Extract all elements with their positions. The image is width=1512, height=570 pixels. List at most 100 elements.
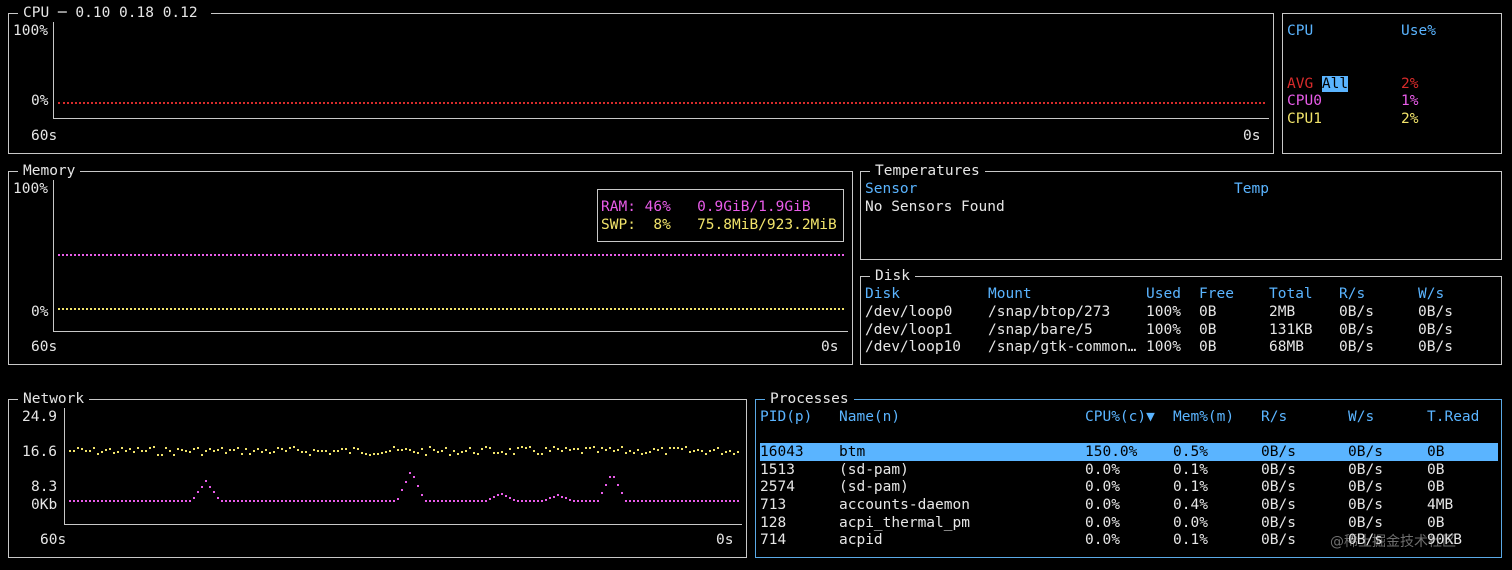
- cpu-y-bottom-label: 0%: [31, 93, 49, 109]
- processes-col-rs[interactable]: R/s: [1261, 408, 1287, 426]
- network-tx-dot: [337, 500, 339, 502]
- network-tx-dot: [717, 500, 719, 502]
- network-tx-dot: [301, 500, 303, 502]
- network-panel: Network 24.9 16.6 8.3 0Kb 60s 0s: [8, 390, 747, 558]
- network-rx-dot: [545, 447, 547, 449]
- network-rx-dot: [321, 450, 323, 452]
- temperatures-col-temp[interactable]: Temp: [1234, 180, 1269, 198]
- network-tx-dot: [161, 500, 163, 502]
- network-rx-dot: [709, 450, 711, 452]
- disk-col-used[interactable]: Used: [1146, 285, 1181, 303]
- network-tx-dot: [285, 500, 287, 502]
- network-rx-dot: [701, 450, 703, 452]
- network-tx-dot: [529, 500, 531, 502]
- disk-col-disk[interactable]: Disk: [865, 285, 900, 303]
- network-tx-dot: [89, 500, 91, 502]
- network-rx-dot: [409, 449, 411, 451]
- cpu-list-cpu0-name[interactable]: CPU0: [1287, 92, 1322, 110]
- network-rx-dot: [521, 446, 523, 448]
- network-tx-dot: [73, 500, 75, 502]
- network-rx-dot: [185, 450, 187, 452]
- network-tx-dot: [113, 500, 115, 502]
- network-rx-dot: [705, 453, 707, 455]
- disk-col-ws[interactable]: W/s: [1418, 285, 1444, 303]
- cpu-list-panel: CPU Use% All AVG 2% CPU0 1% CPU1 2%: [1282, 13, 1502, 154]
- network-tx-dot: [277, 500, 279, 502]
- network-tx-dot: [117, 500, 119, 502]
- network-rx-dot: [77, 447, 79, 449]
- network-tx-dot: [585, 500, 587, 502]
- network-rx-dot: [81, 448, 83, 450]
- network-rx-dot: [225, 452, 227, 454]
- network-tx-dot: [689, 500, 691, 502]
- processes-col-pid[interactable]: PID(p): [760, 408, 812, 426]
- processes-col-tread[interactable]: T.Read: [1427, 408, 1479, 426]
- disk-row[interactable]: /dev/loop1 /snap/bare/5 100% 0B 131KB 0B…: [861, 321, 1501, 339]
- network-tx-dot: [657, 500, 659, 502]
- processes-panel-title: Processes: [765, 390, 854, 408]
- network-rx-dot: [589, 447, 591, 449]
- network-rx-dot: [293, 446, 295, 448]
- process-row[interactable]: 1513 (sd-pam) 0.0% 0.1% 0B/s 0B/s 0B: [760, 461, 1498, 479]
- network-tx-dot: [613, 476, 615, 478]
- disk-col-mount[interactable]: Mount: [988, 285, 1032, 303]
- network-tx-dot: [305, 500, 307, 502]
- network-tx-dot: [701, 500, 703, 502]
- network-tx-dot: [425, 500, 427, 502]
- network-rx-dot: [153, 446, 155, 448]
- disk-col-free[interactable]: Free: [1199, 285, 1234, 303]
- network-rx-dot: [149, 447, 151, 449]
- network-tx-dot: [709, 500, 711, 502]
- network-rx-dot: [485, 446, 487, 448]
- network-tx-dot: [413, 476, 415, 478]
- network-rx-dot: [401, 449, 403, 451]
- processes-col-mem[interactable]: Mem%(m): [1173, 408, 1234, 426]
- network-tx-dot: [141, 500, 143, 502]
- network-rx-dot: [337, 450, 339, 452]
- network-tx-dot: [297, 500, 299, 502]
- network-tx-dot: [509, 497, 511, 499]
- network-rx-dot: [729, 450, 731, 452]
- cpu-list-avg-name[interactable]: AVG: [1287, 75, 1313, 93]
- network-tx-dot: [645, 500, 647, 502]
- network-rx-dot: [437, 451, 439, 453]
- network-tx-dot: [237, 500, 239, 502]
- cpu-list-col-use[interactable]: Use%: [1401, 22, 1436, 40]
- memory-panel: Memory 100% 0% RAM: 46% 0.9GiB/1.9GiB SW…: [8, 162, 853, 365]
- network-rx-dot: [653, 448, 655, 450]
- network-tx-dot: [225, 500, 227, 502]
- network-tx-dot: [409, 472, 411, 474]
- network-rx-dot: [189, 451, 191, 453]
- cpu-list-col-cpu[interactable]: CPU: [1287, 22, 1313, 40]
- network-rx-dot: [661, 447, 663, 449]
- cpu-list-cpu1-name[interactable]: CPU1: [1287, 110, 1322, 128]
- processes-col-name[interactable]: Name(n): [839, 408, 900, 426]
- processes-col-ws[interactable]: W/s: [1348, 408, 1374, 426]
- network-rx-dot: [665, 453, 667, 455]
- network-tx-dot: [209, 486, 211, 488]
- process-row[interactable]: 2574 (sd-pam) 0.0% 0.1% 0B/s 0B/s 0B: [760, 478, 1498, 496]
- disk-panel-title: Disk: [870, 267, 915, 285]
- network-rx-dot: [501, 451, 503, 453]
- disk-col-total[interactable]: Total: [1269, 285, 1313, 303]
- processes-col-cpu[interactable]: CPU%(c)▼: [1085, 408, 1155, 426]
- network-rx-dot: [629, 450, 631, 452]
- network-tx-dot: [553, 496, 555, 498]
- network-rx-dot: [333, 450, 335, 452]
- network-tx-dot: [621, 492, 623, 494]
- network-rx-dot: [393, 446, 395, 448]
- process-row-selected[interactable]: 16043 btm 150.0% 0.5% 0B/s 0B/s 0B: [760, 443, 1498, 461]
- network-rx-dot: [273, 451, 275, 453]
- network-rx-dot: [621, 446, 623, 448]
- process-row[interactable]: 713 accounts-daemon 0.0% 0.4% 0B/s 0B/s …: [760, 496, 1498, 514]
- disk-col-rs[interactable]: R/s: [1339, 285, 1365, 303]
- disk-row[interactable]: /dev/loop10 /snap/gtk-common… 100% 0B 68…: [861, 338, 1501, 356]
- process-row[interactable]: 128 acpi_thermal_pm 0.0% 0.0% 0B/s 0B/s …: [760, 514, 1498, 532]
- network-tx-dot: [573, 500, 575, 502]
- disk-row[interactable]: /dev/loop0 /snap/btop/273 100% 0B 2MB 0B…: [861, 303, 1501, 321]
- network-rx-dot: [129, 448, 131, 450]
- temperatures-col-sensor[interactable]: Sensor: [865, 180, 917, 198]
- network-tx-dot: [137, 500, 139, 502]
- network-tx-dot: [169, 500, 171, 502]
- network-tx-dot: [77, 500, 79, 502]
